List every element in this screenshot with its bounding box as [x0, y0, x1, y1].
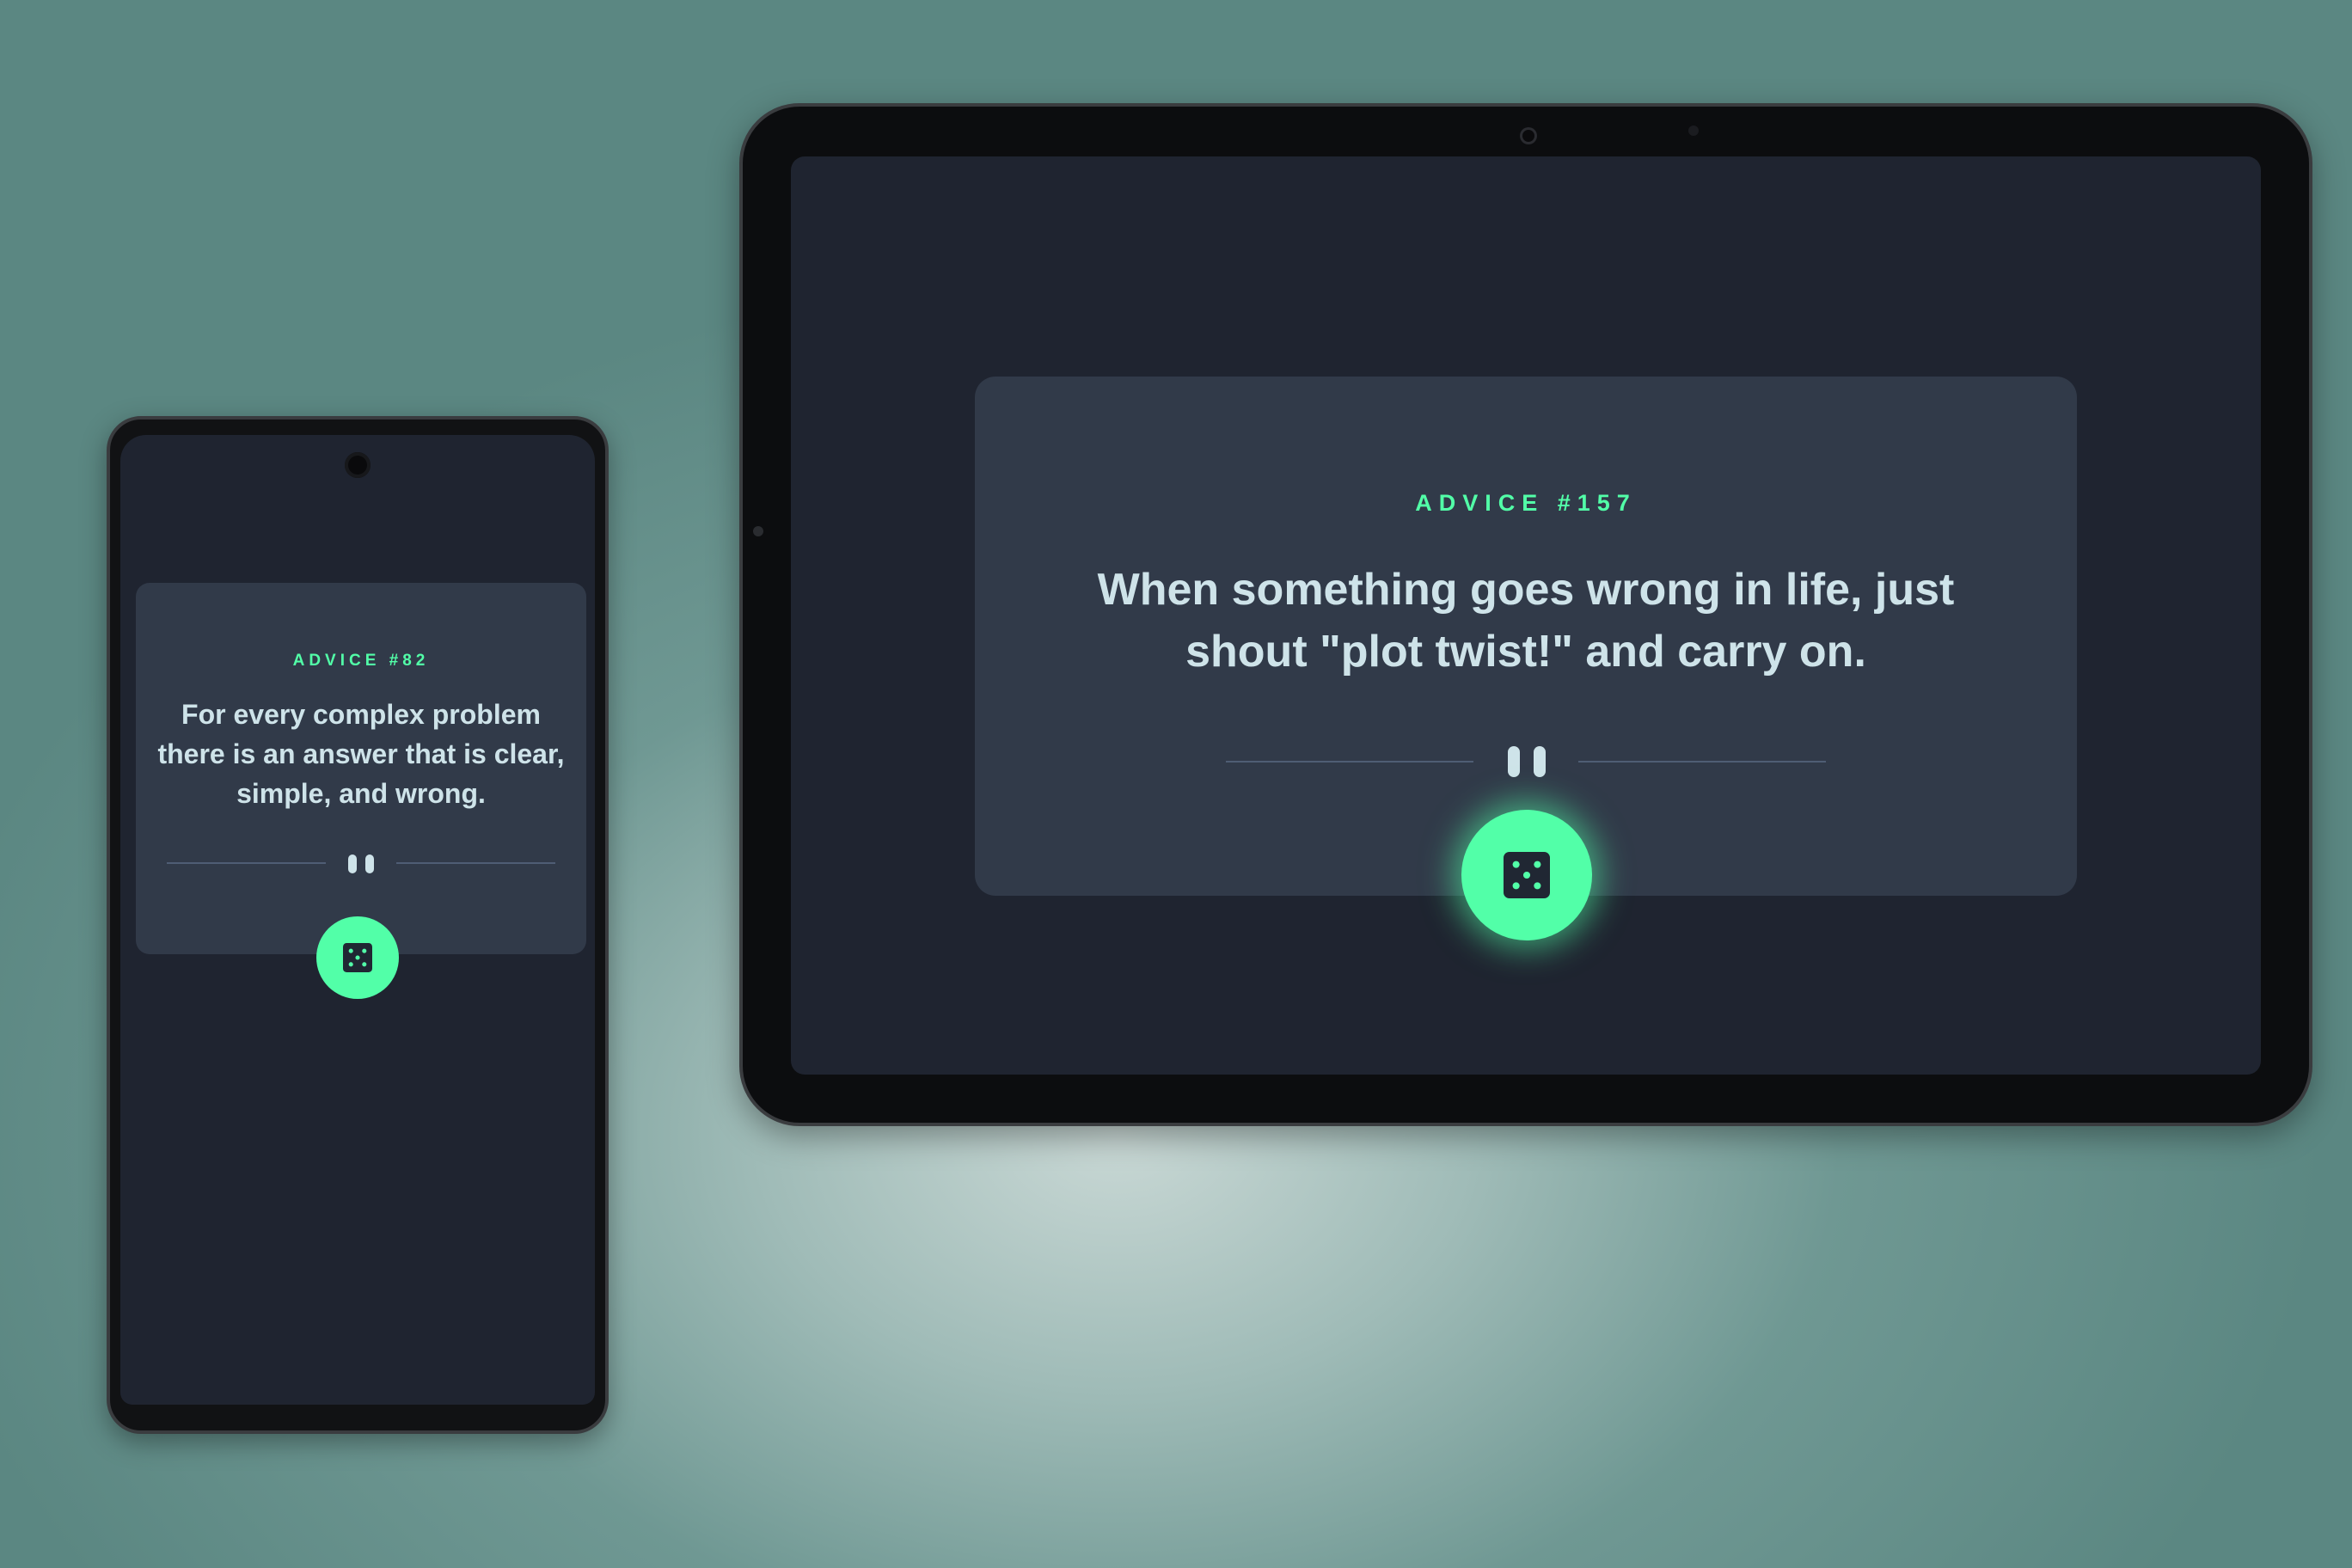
tablet-side-button	[753, 526, 763, 536]
pattern-divider	[1226, 744, 1826, 779]
phone-camera	[345, 452, 371, 478]
pattern-divider	[167, 854, 555, 873]
advice-number-label: ADVICE #82	[292, 652, 430, 670]
tablet-camera	[1520, 127, 1537, 144]
advice-quote: For every complex problem there is an an…	[157, 699, 565, 809]
phone-mockup: ADVICE #82 For every complex problem the…	[107, 416, 609, 1434]
divider-line-left	[1226, 761, 1473, 763]
tablet-screen: ADVICE #157 When something goes wrong in…	[791, 156, 2261, 1075]
pause-icon	[1506, 746, 1547, 777]
advice-number-label: ADVICE #157	[1415, 490, 1637, 516]
pause-icon	[346, 854, 376, 873]
new-advice-button[interactable]	[1461, 810, 1592, 940]
tablet-sensor	[1688, 126, 1699, 136]
new-advice-button[interactable]	[316, 916, 399, 999]
advice-card: ADVICE #82 For every complex problem the…	[136, 583, 586, 954]
dice-five-icon	[343, 943, 372, 972]
advice-quote: When something goes wrong in life, just …	[1097, 565, 1955, 677]
divider-line-left	[167, 862, 326, 864]
tablet-mockup: ADVICE #157 When something goes wrong in…	[739, 103, 2312, 1126]
dice-five-icon	[1504, 852, 1550, 898]
divider-line-right	[396, 862, 555, 864]
phone-screen: ADVICE #82 For every complex problem the…	[120, 435, 595, 1405]
divider-line-right	[1578, 761, 1826, 763]
